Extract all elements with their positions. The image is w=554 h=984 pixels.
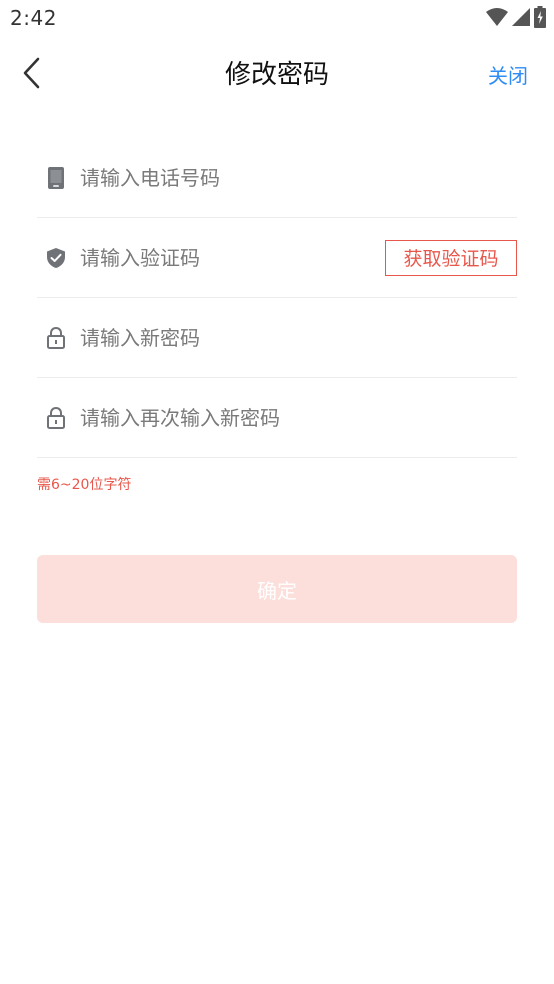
nav-bar: 修改密码 关闭 (0, 40, 554, 110)
shield-check-icon (45, 246, 67, 270)
new-password-input[interactable] (80, 325, 380, 350)
battery-icon (534, 6, 546, 32)
phone-input[interactable] (80, 165, 380, 190)
status-time: 2:42 (10, 6, 57, 30)
confirm-button[interactable]: 确定 (37, 555, 517, 623)
status-icons (486, 6, 546, 32)
confirm-password-row (37, 378, 517, 458)
phone-icon (45, 166, 67, 190)
code-row: 获取验证码 (37, 218, 517, 298)
get-verification-code-button[interactable]: 获取验证码 (385, 239, 517, 276)
lock-icon (45, 326, 67, 350)
lock-icon (45, 406, 67, 430)
change-password-form: 获取验证码 (37, 138, 517, 458)
chevron-left-icon (22, 56, 42, 94)
password-length-hint: 需6~20位字符 (37, 477, 132, 493)
back-button[interactable] (12, 54, 52, 96)
signal-icon (512, 7, 530, 31)
verification-code-input[interactable] (80, 245, 330, 270)
close-button[interactable]: 关闭 (488, 60, 528, 89)
page-title: 修改密码 (224, 60, 329, 90)
phone-row (37, 138, 517, 218)
new-password-row (37, 298, 517, 378)
wifi-icon (486, 7, 508, 31)
confirm-password-input[interactable] (80, 405, 380, 430)
status-bar: 2:42 (0, 0, 554, 38)
